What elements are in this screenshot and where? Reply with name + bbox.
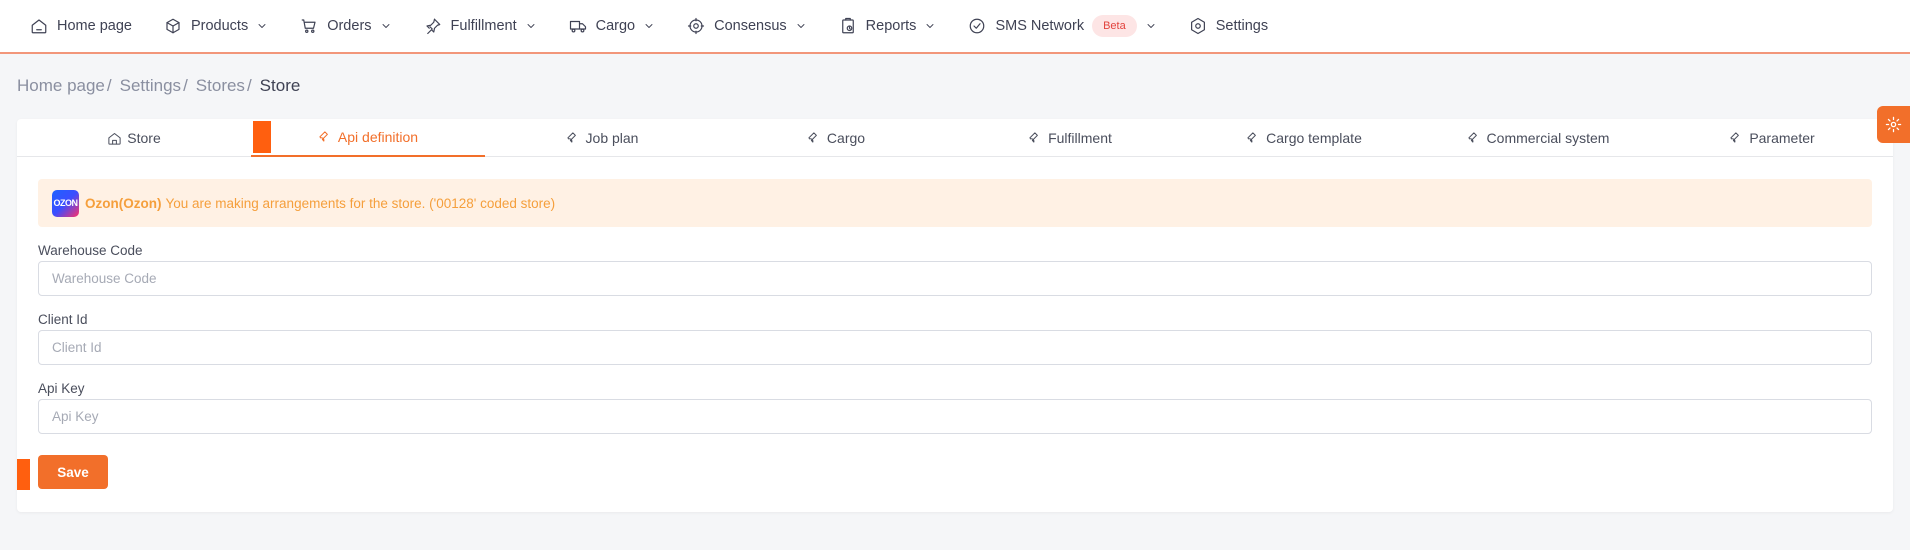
nav-consensus[interactable]: Consensus: [687, 0, 807, 53]
breadcrumb-stores[interactable]: Stores: [196, 76, 245, 96]
api-key-input[interactable]: [38, 399, 1872, 434]
breadcrumb-separator: /: [246, 76, 252, 95]
ozon-logo: OZON: [52, 189, 79, 217]
nav-settings[interactable]: Settings: [1189, 0, 1268, 53]
wrench-icon: [566, 131, 576, 143]
wrench-icon: [808, 131, 817, 143]
tab-job-plan[interactable]: Job plan: [485, 119, 719, 157]
nav-orders[interactable]: Orders: [300, 0, 391, 53]
check-circle-icon: [970, 18, 985, 34]
breadcrumb-separator: /: [183, 76, 188, 95]
top-navigation: Home page Products Orders Fulfillment Ca…: [0, 0, 1910, 54]
breadcrumb: Home page / Settings / Stores / Store: [17, 76, 300, 96]
beta-badge: Beta: [1092, 15, 1137, 37]
tab-store[interactable]: Store: [17, 119, 251, 157]
tab-label: Store: [127, 130, 161, 146]
wrench-icon: [1029, 131, 1038, 143]
nav-fulfillment[interactable]: Fulfillment: [424, 0, 537, 53]
tab-label: Cargo template: [1266, 130, 1362, 146]
tab-fulfillment[interactable]: Fulfillment: [953, 119, 1187, 157]
chevron-down-icon: [926, 24, 934, 28]
nav-home-label: Home page: [57, 18, 132, 34]
home-icon: [31, 19, 47, 34]
api-key-label: Api Key: [38, 381, 85, 396]
settings-fab[interactable]: [1877, 106, 1910, 143]
chevron-down-icon: [382, 24, 389, 28]
tab-api-definition[interactable]: Api definition: [251, 119, 485, 157]
nav-consensus-label: Consensus: [714, 18, 787, 34]
tab-bar: Store Api definition Job plan Cargo Fulf…: [17, 119, 1893, 157]
clipboard-icon: [841, 17, 854, 34]
highlight-marker: [253, 121, 271, 153]
nav-settings-label: Settings: [1215, 18, 1269, 34]
home-icon: [108, 132, 121, 145]
tab-cargo[interactable]: Cargo: [719, 119, 953, 157]
breadcrumb-separator: /: [106, 76, 112, 95]
truck-icon: [569, 20, 586, 33]
breadcrumb-home[interactable]: Home page: [17, 76, 105, 96]
box-icon: [166, 18, 180, 34]
nav-orders-label: Orders: [327, 18, 372, 34]
nav-reports-label: Reports: [865, 18, 917, 34]
pin-icon: [425, 18, 440, 35]
highlight-marker: [17, 459, 30, 490]
wrench-icon: [319, 130, 328, 142]
warehouse-code-label: Warehouse Code: [38, 243, 143, 258]
target-icon: [688, 17, 705, 35]
tab-parameter[interactable]: Parameter: [1655, 119, 1889, 157]
nav-cargo[interactable]: Cargo: [569, 0, 656, 53]
nav-cargo-label: Cargo: [595, 18, 636, 34]
tab-commercial-system[interactable]: Commercial system: [1421, 119, 1655, 157]
tab-label: Job plan: [585, 130, 639, 146]
wrench-icon: [1467, 131, 1477, 143]
chevron-down-icon: [527, 24, 535, 28]
alert-message: You are making arrangements for the stor…: [165, 195, 556, 211]
chevron-down-icon: [797, 24, 805, 28]
wrench-icon: [1730, 131, 1740, 143]
tab-label: Commercial system: [1486, 130, 1610, 146]
store-info-alert: OZON Ozon(Ozon) You are making arrangeme…: [38, 179, 1872, 227]
tab-label: Cargo: [826, 130, 866, 146]
chevron-down-icon: [645, 24, 653, 28]
nav-fulfillment-label: Fulfillment: [450, 18, 517, 34]
client-id-input[interactable]: [38, 330, 1872, 365]
breadcrumb-current: Store: [259, 76, 301, 95]
breadcrumb-settings[interactable]: Settings: [120, 76, 181, 96]
client-id-label: Client Id: [38, 312, 88, 327]
store-settings-card: Store Api definition Job plan Cargo Fulf…: [17, 119, 1893, 512]
chevron-down-icon: [1147, 24, 1155, 28]
tab-label: Parameter: [1749, 130, 1815, 146]
nav-products[interactable]: Products: [164, 0, 268, 53]
nav-sms-network-label: SMS Network: [995, 18, 1085, 34]
settings-hex-icon: [1190, 17, 1205, 35]
warehouse-code-input[interactable]: [38, 261, 1872, 296]
alert-store-name: Ozon(Ozon): [85, 195, 162, 211]
nav-home[interactable]: Home page: [30, 0, 132, 53]
save-button[interactable]: Save: [38, 455, 108, 489]
chevron-down-icon: [258, 24, 266, 28]
nav-products-label: Products: [190, 18, 249, 34]
tab-label: Fulfillment: [1048, 130, 1112, 146]
tab-label: Api definition: [337, 129, 419, 145]
gear-icon: [1885, 116, 1902, 133]
wrench-icon: [1247, 131, 1257, 143]
nav-sms-network[interactable]: SMS Network Beta: [968, 0, 1156, 53]
nav-reports[interactable]: Reports: [839, 0, 937, 53]
tab-cargo-template[interactable]: Cargo template: [1187, 119, 1421, 157]
cart-icon: [301, 19, 316, 33]
